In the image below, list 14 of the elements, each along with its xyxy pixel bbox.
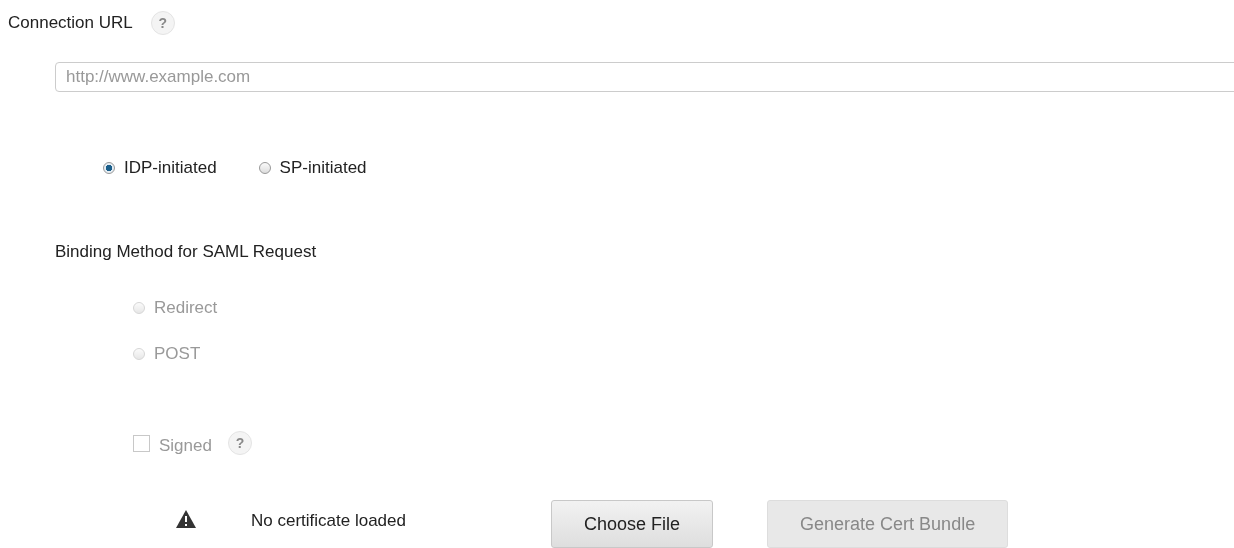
section-label: Binding Method for SAML Request — [55, 242, 317, 261]
option-label: SP-initiated — [279, 158, 367, 178]
status-text: No certificate loaded — [251, 511, 407, 531]
checkbox-label: Signed — [159, 436, 212, 456]
warning-icon — [176, 510, 196, 528]
option-label: Redirect — [154, 298, 218, 318]
field-label: Connection URL — [8, 13, 133, 33]
help-icon[interactable]: ? — [150, 11, 175, 35]
option-label: IDP-initiated — [124, 158, 217, 178]
radio-button[interactable] — [103, 162, 115, 174]
url-input-field[interactable]: http://www.example.com — [55, 62, 1234, 92]
option-label: POST — [154, 344, 201, 364]
radio-button[interactable] — [258, 162, 271, 174]
action-button[interactable]: Choose File — [551, 500, 714, 548]
